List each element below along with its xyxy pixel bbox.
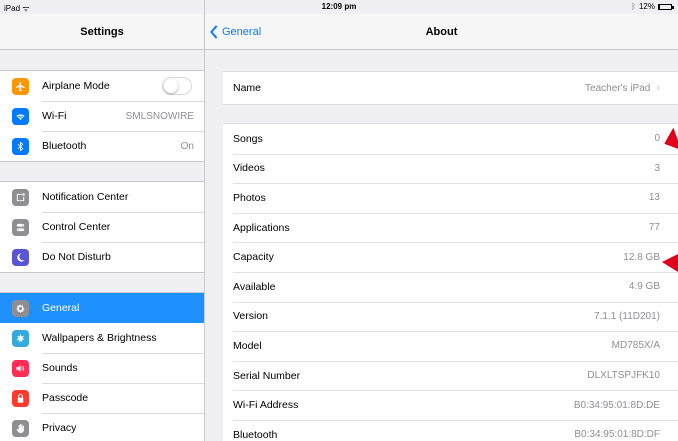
- row-label: Serial Number: [233, 369, 301, 382]
- bluetooth-status-icon: ᛒ: [631, 2, 636, 11]
- annotation-arrow-icon: [662, 254, 678, 272]
- sidebar-item-wifi[interactable]: Wi-Fi SMLSNOWIRE: [0, 101, 204, 131]
- sidebar-item-bluetooth[interactable]: Bluetooth On: [0, 131, 204, 161]
- sidebar-item-sounds[interactable]: Sounds: [0, 353, 204, 383]
- row-label: Name: [233, 82, 262, 94]
- chevron-right-icon: ›: [656, 82, 660, 94]
- annotation-arrow-icon: [664, 127, 678, 151]
- sidebar-group-notifications: Notification Center Control Center Do No…: [0, 181, 204, 273]
- about-row-videos: Videos 3: [223, 153, 678, 184]
- row-value: 7.1.1 (11D201): [594, 310, 660, 322]
- sidebar-item-control-center[interactable]: Control Center: [0, 212, 204, 242]
- sidebar-item-notification-center[interactable]: Notification Center: [0, 182, 204, 212]
- bluetooth-icon: [12, 137, 29, 155]
- airplane-mode-toggle[interactable]: [162, 77, 192, 95]
- row-value: 12.8 GB: [623, 251, 660, 263]
- about-row-model: Model MD785X/A: [223, 331, 678, 361]
- gear-icon: [12, 299, 29, 317]
- settings-sidebar: Settings Airplane Mode Wi-Fi SMLSNOWIRE: [0, 0, 205, 441]
- about-row-version: Version 7.1.1 (11D201): [223, 301, 678, 332]
- hand-icon: [12, 419, 29, 437]
- row-label: Capacity: [233, 251, 274, 264]
- wifi-network-value: SMLSNOWIRE: [125, 110, 194, 122]
- speaker-icon: [12, 359, 29, 377]
- sidebar-header: Settings: [0, 14, 204, 50]
- about-row-capacity: Capacity 12.8 GB: [223, 242, 678, 272]
- wifi-icon: [12, 107, 29, 125]
- about-row-serial-number: Serial Number DLXLTSPJFK10: [223, 360, 678, 391]
- notification-center-icon: [12, 188, 29, 206]
- battery-level: [659, 4, 661, 9]
- status-right: ᛒ 12%: [631, 2, 674, 11]
- control-center-icon: [12, 218, 29, 236]
- sidebar-item-general[interactable]: General: [0, 293, 204, 323]
- sidebar-item-passcode[interactable]: Passcode: [0, 383, 204, 413]
- device-name-value: Teacher's iPad: [585, 82, 651, 94]
- ipad-settings-screen: Settings Airplane Mode Wi-Fi SMLSNOWIRE: [0, 0, 678, 441]
- sidebar-item-label: General: [42, 302, 80, 314]
- row-value: B0:34:95:01:8D:DF: [574, 429, 660, 441]
- sidebar-item-label: Notification Center: [42, 191, 129, 203]
- name-group: Name Teacher's iPad ›: [223, 71, 678, 105]
- sidebar-item-label: Wallpapers & Brightness: [42, 332, 157, 344]
- sidebar-item-label: Do Not Disturb: [42, 251, 111, 263]
- row-value: 77: [648, 222, 660, 234]
- row-value: 3: [654, 162, 660, 174]
- page-title: About: [425, 26, 458, 38]
- row-label: Available: [233, 280, 276, 293]
- row-label: Bluetooth: [233, 428, 278, 441]
- wallpaper-icon: [12, 329, 29, 347]
- row-value: DLXLTSPJFK10: [587, 370, 660, 382]
- about-row-applications: Applications 77: [223, 212, 678, 243]
- sidebar-item-privacy[interactable]: Privacy: [0, 413, 204, 441]
- sidebar-item-label: Wi-Fi: [42, 110, 67, 122]
- sidebar-group-connectivity: Airplane Mode Wi-Fi SMLSNOWIRE Bluetooth…: [0, 70, 204, 162]
- about-row-bluetooth: Bluetooth B0:34:95:01:8D:DF: [223, 419, 678, 441]
- row-label: Songs: [233, 132, 263, 145]
- sidebar-item-label: Sounds: [42, 362, 78, 374]
- row-value: 4.9 GB: [628, 281, 660, 293]
- sidebar-title: Settings: [80, 25, 124, 38]
- row-value: B0:34:95:01:8D:DE: [573, 399, 660, 411]
- row-value: MD785X/A: [611, 340, 660, 352]
- bluetooth-status-value: On: [180, 140, 194, 152]
- moon-icon: [12, 248, 29, 266]
- row-label: Wi-Fi Address: [233, 399, 299, 412]
- about-detail-pane: General About Name Teacher's iPad › Song…: [205, 0, 678, 441]
- status-bar: iPad ᯤ 12:09 pm ᛒ 12%: [0, 0, 678, 14]
- row-label: Videos: [233, 162, 265, 175]
- sidebar-item-label: Control Center: [42, 221, 111, 233]
- row-label: Model: [233, 339, 262, 352]
- about-row-songs: Songs 0: [223, 124, 678, 154]
- sidebar-item-airplane-mode[interactable]: Airplane Mode: [0, 71, 204, 101]
- sidebar-item-label: Bluetooth: [42, 140, 87, 152]
- battery-percent: 12%: [638, 2, 655, 11]
- airplane-icon: [12, 77, 29, 95]
- about-row-name[interactable]: Name Teacher's iPad ›: [223, 72, 678, 104]
- about-row-photos: Photos 13: [223, 183, 678, 213]
- about-info-group: Songs 0 Videos 3 Photos 13 Applications …: [223, 123, 678, 441]
- sidebar-item-label: Passcode: [42, 392, 89, 404]
- row-value: 13: [648, 192, 660, 204]
- status-time: 12:09 pm: [321, 2, 357, 11]
- row-label: Photos: [233, 191, 266, 204]
- about-row-available: Available 4.9 GB: [223, 271, 678, 302]
- lock-icon: [12, 389, 29, 407]
- row-label: Applications: [233, 221, 290, 234]
- sidebar-item-label: Privacy: [42, 422, 77, 434]
- sidebar-item-label: Airplane Mode: [42, 80, 110, 92]
- sidebar-group-general: General Wallpapers & Brightness Sounds P…: [0, 292, 204, 441]
- battery-icon: [658, 3, 674, 10]
- detail-navigation-bar: General About: [205, 14, 678, 50]
- row-label: Version: [233, 310, 269, 323]
- sidebar-item-do-not-disturb[interactable]: Do Not Disturb: [0, 242, 204, 272]
- about-row-wifi-address: Wi-Fi Address B0:34:95:01:8D:DE: [223, 390, 678, 420]
- sidebar-item-wallpapers-brightness[interactable]: Wallpapers & Brightness: [0, 323, 204, 353]
